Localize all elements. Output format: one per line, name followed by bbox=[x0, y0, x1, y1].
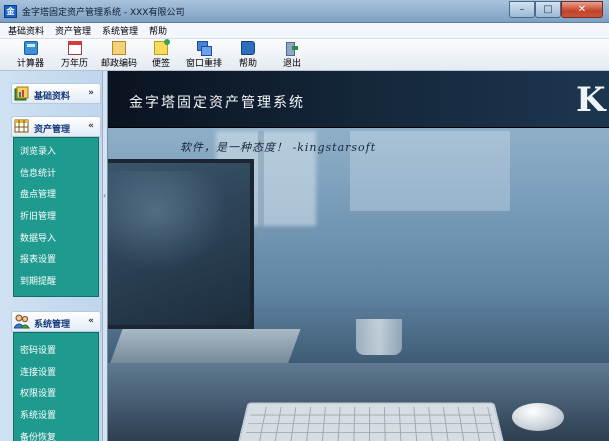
sidebar-item-permissions[interactable]: 权限设置 bbox=[14, 384, 98, 406]
banner: 金字塔固定资产管理系统 K bbox=[108, 71, 609, 128]
note-label: 便签 bbox=[152, 59, 171, 69]
sidebar-group-title: 资产管理 bbox=[34, 125, 71, 135]
table-grid-icon bbox=[14, 119, 29, 133]
toolbar: 计算器 万年历 邮政编码 便签 窗口重排 帮助 退出 bbox=[0, 39, 609, 71]
asset-management-list: 浏览录入 信息统计 盘点管理 折旧管理 数据导入 报表设置 到期提醒 bbox=[13, 137, 99, 297]
note-icon bbox=[154, 39, 170, 55]
chevron-down-icon[interactable]: » bbox=[88, 88, 94, 98]
panel-splitter[interactable]: ‹ bbox=[102, 71, 107, 441]
postcode-button[interactable]: 邮政编码 bbox=[101, 40, 137, 70]
calculator-icon bbox=[23, 41, 38, 55]
postcode-icon bbox=[112, 41, 126, 55]
menu-help[interactable]: 帮助 bbox=[149, 24, 167, 37]
k-logo-icon: K bbox=[576, 80, 606, 120]
sidebar-item-browse-entry[interactable]: 浏览录入 bbox=[14, 142, 98, 164]
postcode-label: 邮政编码 bbox=[101, 59, 138, 69]
maximize-button[interactable]: □ bbox=[535, 1, 561, 18]
sidebar-item-password[interactable]: 密码设置 bbox=[14, 341, 98, 363]
menu-bar: 基础资料 资产管理 系统管理 帮助 bbox=[0, 23, 609, 39]
slogan: 软件，是一种态度！ -kingstarsoft bbox=[180, 141, 377, 154]
sidebar: 基础资料 » 资产管理 « 浏览录入 信息统计 盘点管理 折旧管理 数据导入 报… bbox=[0, 71, 106, 441]
background-mouse-image bbox=[512, 403, 564, 431]
sidebar-item-system-settings[interactable]: 系统设置 bbox=[14, 406, 98, 428]
sidebar-group-title: 基础资料 bbox=[34, 92, 71, 102]
exit-label: 退出 bbox=[283, 59, 302, 69]
sidebar-item-report-settings[interactable]: 报表设置 bbox=[14, 250, 98, 272]
sidebar-item-statistics[interactable]: 信息统计 bbox=[14, 164, 98, 186]
help-book-icon bbox=[241, 41, 255, 55]
banner-title: 金字塔固定资产管理系统 bbox=[129, 95, 305, 111]
title-bar[interactable]: 金 金字塔固定资产管理系统 - XXX有限公司 – □ ✕ bbox=[0, 0, 609, 23]
calendar-label: 万年历 bbox=[61, 59, 89, 69]
windows-arrange-button[interactable]: 窗口重排 bbox=[186, 40, 222, 70]
windows-arrange-icon bbox=[197, 41, 212, 56]
note-button[interactable]: 便签 bbox=[152, 39, 171, 70]
users-icon bbox=[14, 314, 30, 329]
app-window: 金 金字塔固定资产管理系统 - XXX有限公司 – □ ✕ 基础资料 资产管理 … bbox=[0, 0, 609, 441]
calculator-label: 计算器 bbox=[17, 59, 45, 69]
splitter-grip-icon[interactable]: ‹ bbox=[103, 191, 106, 201]
sidebar-group-system-management[interactable]: 系统管理 « bbox=[11, 311, 101, 332]
sidebar-item-depreciation[interactable]: 折旧管理 bbox=[14, 207, 98, 229]
system-management-list: 密码设置 连接设置 权限设置 系统设置 备份恢复 bbox=[13, 332, 99, 441]
main-area: 金字塔固定资产管理系统 K 软件，是一种态度！ -kingstarsoft bbox=[108, 71, 609, 441]
window-title: 金字塔固定资产管理系统 - XXX有限公司 bbox=[22, 8, 185, 18]
sidebar-item-expiry-reminder[interactable]: 到期提醒 bbox=[14, 272, 98, 294]
menu-asset-management[interactable]: 资产管理 bbox=[55, 24, 91, 37]
calendar-button[interactable]: 万年历 bbox=[61, 40, 88, 70]
folder-chart-icon bbox=[14, 86, 29, 101]
sidebar-group-asset-management[interactable]: 资产管理 « bbox=[11, 116, 101, 137]
app-icon: 金 bbox=[4, 5, 17, 18]
menu-basic-data[interactable]: 基础资料 bbox=[8, 24, 44, 37]
windows-arrange-label: 窗口重排 bbox=[186, 59, 223, 69]
sidebar-item-data-import[interactable]: 数据导入 bbox=[14, 229, 98, 251]
background-mug-image bbox=[356, 319, 402, 355]
menu-system-management[interactable]: 系统管理 bbox=[102, 24, 138, 37]
minimize-button[interactable]: – bbox=[509, 1, 535, 18]
sidebar-group-basic-data[interactable]: 基础资料 » bbox=[11, 83, 101, 104]
help-button[interactable]: 帮助 bbox=[239, 40, 257, 70]
sidebar-item-backup-restore[interactable]: 备份恢复 bbox=[14, 428, 98, 441]
help-label: 帮助 bbox=[239, 59, 258, 69]
exit-button[interactable]: 退出 bbox=[283, 40, 301, 70]
sidebar-group-title: 系统管理 bbox=[34, 320, 71, 330]
background-laptop-glow bbox=[108, 171, 228, 271]
calculator-button[interactable]: 计算器 bbox=[17, 40, 44, 70]
close-button[interactable]: ✕ bbox=[561, 1, 603, 18]
chevron-up-icon[interactable]: « bbox=[88, 121, 94, 131]
sidebar-item-inventory[interactable]: 盘点管理 bbox=[14, 185, 98, 207]
calendar-icon bbox=[67, 41, 82, 55]
background-keyboard-image bbox=[236, 402, 506, 441]
chevron-up-icon[interactable]: « bbox=[88, 316, 94, 326]
window-controls: – □ ✕ bbox=[509, 1, 603, 18]
sidebar-item-connection[interactable]: 连接设置 bbox=[14, 363, 98, 385]
exit-door-icon bbox=[285, 41, 299, 56]
